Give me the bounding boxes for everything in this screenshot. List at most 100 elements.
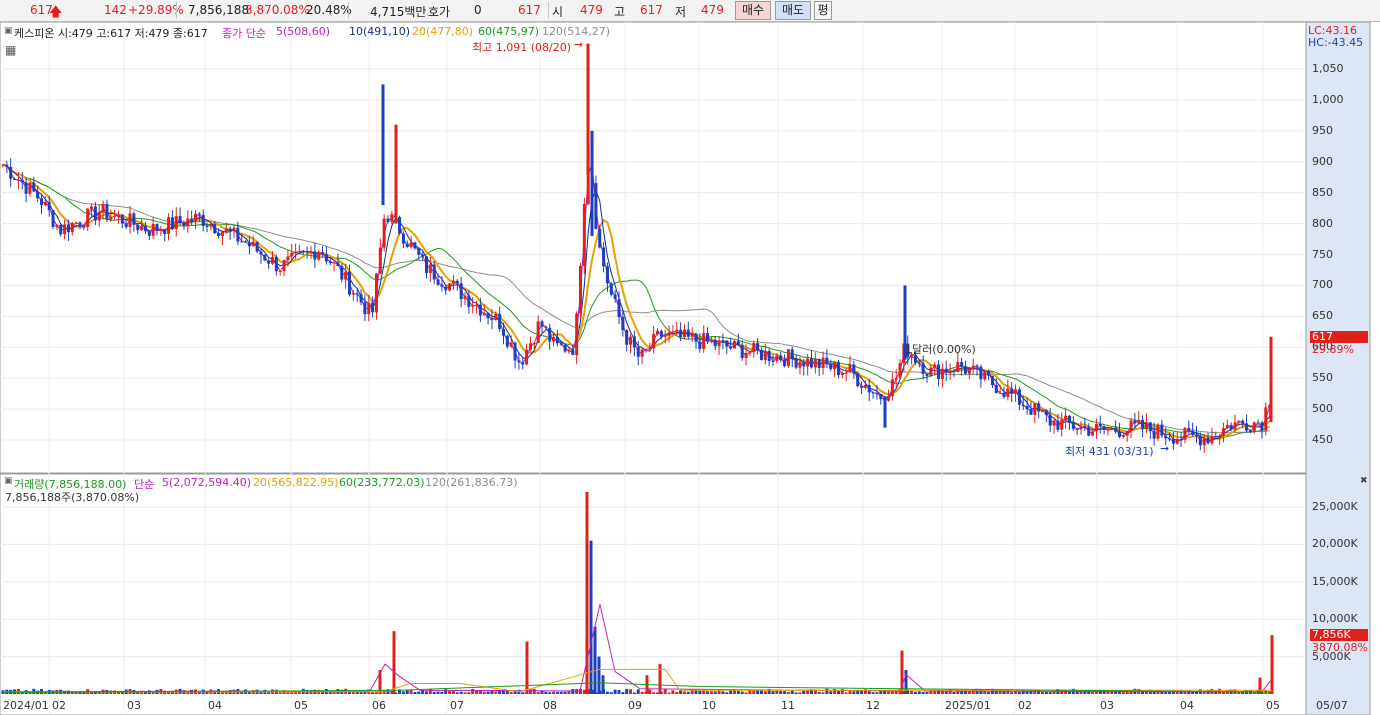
- volume-axis-label: 25,000K: [1312, 500, 1358, 513]
- candle-body: [448, 283, 452, 291]
- open-label: 시: [552, 5, 564, 19]
- collapse-icon[interactable]: ▣: [4, 476, 13, 486]
- sell-button[interactable]: 매도: [775, 1, 811, 20]
- candle-body: [663, 335, 667, 337]
- candle-body: [810, 358, 813, 368]
- candle-body: [328, 261, 332, 263]
- candle-body: [702, 333, 706, 349]
- candle-body: [1141, 419, 1145, 430]
- volume-bar: [536, 691, 540, 694]
- candle-body: [1260, 422, 1264, 431]
- price-axis-label: 950: [1312, 123, 1333, 137]
- candle-body: [332, 262, 336, 264]
- candle-body: [1056, 420, 1060, 430]
- candle-body: [1133, 420, 1137, 424]
- volume-bar: [552, 691, 556, 694]
- candle-body: [1064, 415, 1068, 420]
- collapse-icon[interactable]: ▣: [4, 26, 13, 36]
- candle-body: [833, 362, 837, 370]
- date-axis-label: 02: [52, 699, 66, 712]
- candle-body: [836, 362, 840, 376]
- candle-body: [682, 329, 686, 338]
- table-icon[interactable]: ▦: [5, 43, 16, 57]
- last-price-tag: 617: [1310, 331, 1368, 343]
- volume-bar: [582, 689, 586, 694]
- candle-body: [228, 228, 232, 232]
- volume-bar: [721, 691, 725, 694]
- volume-bar: [371, 692, 375, 694]
- hc-value: HC:-43.45: [1308, 36, 1364, 49]
- candle-body: [1137, 419, 1141, 424]
- candle-body: [502, 328, 505, 336]
- stock-chart[interactable]: [0, 22, 1380, 715]
- candle-body: [671, 331, 675, 333]
- candle-body: [694, 333, 698, 342]
- candle-body: [348, 271, 351, 295]
- candle-body: [24, 182, 28, 194]
- volume-bar: [617, 690, 621, 694]
- candle-body: [802, 361, 806, 367]
- volume-bar: [605, 691, 609, 694]
- date-axis-label: 05: [1266, 699, 1280, 712]
- candle-body: [659, 330, 663, 337]
- candle-body: [1225, 424, 1229, 429]
- candle-body: [848, 364, 852, 373]
- price-axis-label: 750: [1312, 247, 1333, 261]
- candle-body: [405, 243, 409, 247]
- candle-body: [1021, 404, 1025, 406]
- candle-body: [494, 313, 498, 321]
- close-icon[interactable]: ✖: [1360, 476, 1368, 486]
- candle-body: [636, 347, 640, 357]
- volume-bar: [848, 690, 852, 694]
- ma20-legend: 20(477,80): [412, 25, 474, 38]
- candle-body: [783, 360, 787, 367]
- candle-spike: [586, 43, 590, 175]
- right-arrow-icon: ➞: [1160, 442, 1170, 455]
- buy-button[interactable]: 매수: [735, 1, 771, 20]
- volume-bar: [636, 689, 640, 694]
- candle-body: [178, 216, 182, 223]
- candle-body: [563, 344, 567, 352]
- evaluate-button[interactable]: 평: [814, 1, 832, 20]
- candle-body: [467, 295, 471, 307]
- candle-body: [401, 233, 405, 244]
- candle-body: [856, 373, 860, 387]
- candle-body: [652, 334, 656, 349]
- candle-body: [182, 222, 186, 227]
- candle-body: [482, 313, 486, 316]
- trade-amount: 4,715백만: [370, 5, 427, 19]
- turnover-pct: 20.48%: [306, 3, 352, 17]
- candle-body: [86, 208, 90, 228]
- candle-body: [194, 213, 197, 222]
- volume-bar: [709, 691, 713, 694]
- candle-body: [798, 361, 802, 368]
- candle-body: [1125, 430, 1129, 436]
- candle-body: [1094, 424, 1098, 432]
- volume-bar: [467, 692, 471, 694]
- candle-body: [879, 394, 883, 400]
- candle-body: [151, 223, 155, 236]
- volume-bar: [763, 691, 767, 694]
- candle-body: [321, 252, 325, 255]
- candle-body: [656, 330, 659, 335]
- candle-body: [817, 358, 821, 368]
- candle-body: [709, 340, 713, 342]
- candle-body: [282, 260, 286, 272]
- candle-spike: [590, 130, 594, 236]
- volume-bar: [1164, 692, 1168, 694]
- candle-body: [475, 304, 479, 306]
- candle-body: [983, 370, 987, 380]
- candle-body: [498, 313, 502, 329]
- candle-body: [505, 335, 509, 347]
- volume-bar: [921, 691, 925, 694]
- volume-bar: [867, 691, 871, 694]
- candle-body: [47, 201, 51, 211]
- candle-body: [232, 227, 236, 232]
- volume-bar: [771, 691, 775, 694]
- candle-body: [640, 349, 644, 357]
- candle-body: [136, 224, 140, 231]
- candle-body: [917, 362, 921, 364]
- quote-price: 617: [518, 3, 541, 17]
- candle-body: [713, 340, 717, 347]
- volume-bar: [294, 692, 298, 694]
